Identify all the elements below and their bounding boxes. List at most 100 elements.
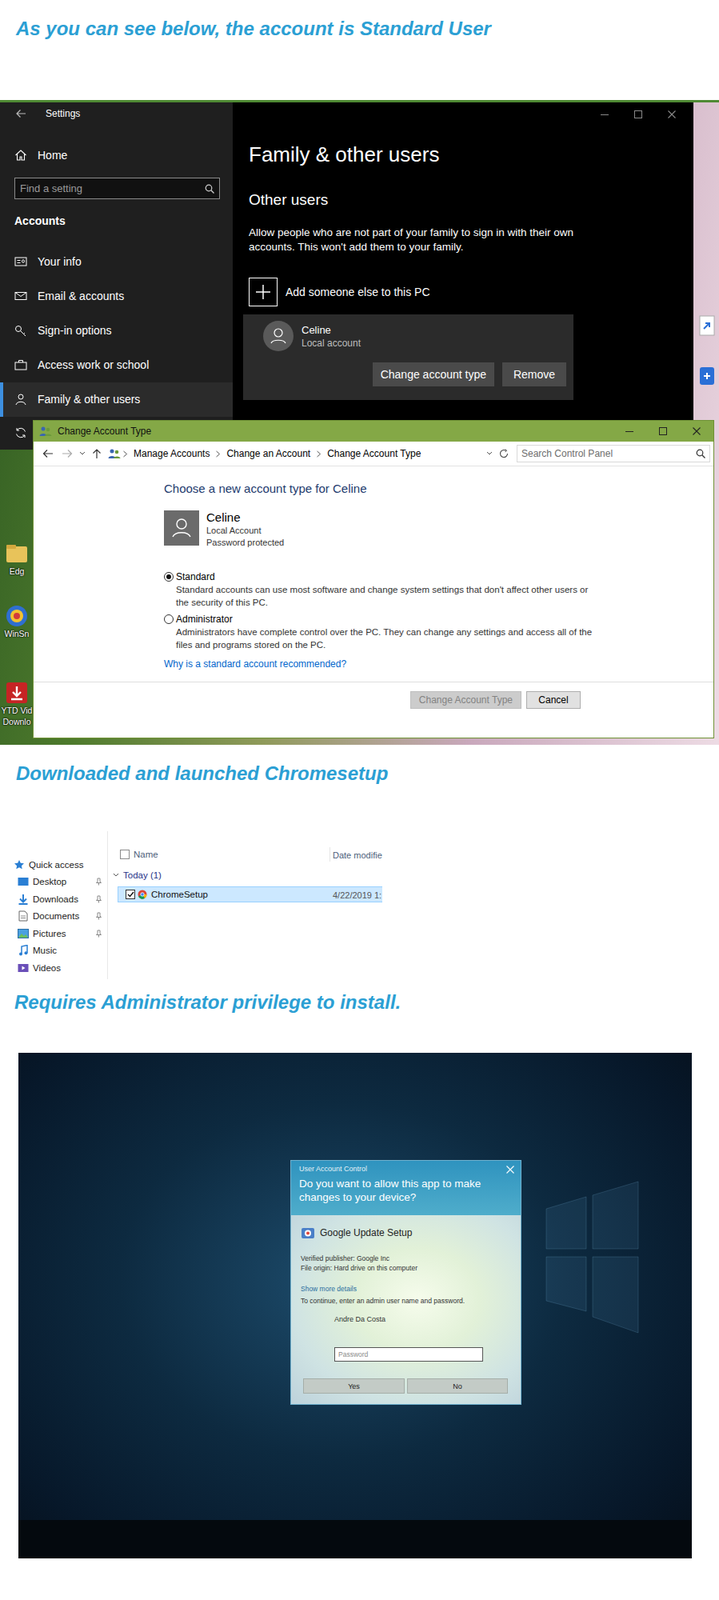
address-bar: Manage Accounts Change an Account Change A… (33, 441, 714, 467)
close-icon[interactable] (506, 1165, 515, 1174)
nav-item[interactable]: Pictures (0, 924, 108, 943)
checkbox[interactable] (125, 889, 136, 899)
label: Name (133, 849, 159, 859)
label: Home (37, 148, 68, 162)
minimize-icon[interactable] (612, 420, 647, 442)
password-field[interactable] (334, 1346, 484, 1362)
uac-buttons: Yes No (303, 1378, 508, 1394)
home-item[interactable]: Home (0, 141, 233, 169)
nav-item[interactable]: Documents (0, 907, 108, 926)
detail: File origin: Hard drive on this computer (300, 1262, 418, 1273)
minimize-icon[interactable] (587, 102, 622, 127)
option-description: Standard accounts can use most software … (175, 583, 600, 609)
desktop-icon[interactable]: YTD VidDownlo (0, 680, 33, 727)
app-icon (4, 603, 29, 628)
search-icon (695, 448, 706, 459)
user-card[interactable]: CelineLocal account Change account type Re… (243, 314, 574, 400)
close-icon[interactable] (655, 102, 689, 127)
account-summary: CelineLocal AccountPassword protected (163, 510, 284, 549)
account-name: Celine (206, 510, 284, 525)
check-icon (127, 890, 135, 898)
desktop-icon[interactable]: Edg (0, 541, 33, 577)
radio-button[interactable] (163, 571, 174, 582)
back-arrow-icon[interactable] (15, 107, 27, 120)
nav-item[interactable]: Sign-in options (0, 313, 233, 348)
close-icon[interactable] (679, 420, 714, 442)
name-column-header[interactable]: Name (107, 849, 330, 859)
download-icon (17, 893, 29, 905)
nav-item[interactable]: Your info (0, 244, 233, 280)
nav-item[interactable]: Desktop (0, 873, 108, 891)
label: Downloads (32, 894, 79, 904)
person-icon (14, 392, 28, 406)
nav-item[interactable]: Family & other users (0, 382, 233, 417)
control-panel-search[interactable] (516, 444, 711, 463)
nav-item[interactable]: Videos (0, 958, 108, 977)
account-type-options: StandardStandard accounts can use most s… (163, 548, 600, 652)
dropdown-icon[interactable] (486, 451, 493, 456)
label: Music (32, 945, 57, 955)
detail: Verified publisher: Google Inc (300, 1253, 390, 1263)
password-input[interactable] (338, 1350, 480, 1359)
file-row[interactable]: ChromeSetup4/22/2019 1: (117, 886, 383, 903)
windows-logo-icon (538, 1152, 643, 1361)
label: Accounts (14, 214, 66, 228)
chevron-icon (122, 450, 128, 458)
chevron-icon (215, 450, 221, 458)
label: Change Account Type (419, 694, 513, 706)
change-account-type-button[interactable]: Change account type (372, 362, 495, 387)
help-link[interactable]: Why is a standard account recommended? (163, 657, 347, 671)
remove-button[interactable]: Remove (502, 362, 567, 387)
chevron-icon (315, 450, 322, 458)
user-row: CelineLocal account (263, 320, 567, 352)
nav-item[interactable]: Downloads (0, 890, 108, 908)
breadcrumb: Manage Accounts Change an Account Change A… (133, 447, 482, 460)
cancel-button[interactable]: Cancel (526, 691, 581, 709)
desktop-icon (17, 875, 29, 887)
maximize-icon[interactable] (621, 102, 656, 127)
plus-icon (248, 277, 278, 307)
key-icon (14, 323, 28, 337)
label: Standard (175, 571, 216, 583)
nav-item[interactable]: Quick access (0, 855, 108, 874)
briefcase-icon (14, 358, 28, 372)
no-button[interactable]: No (407, 1378, 508, 1394)
pin-icon (95, 929, 103, 938)
breadcrumb-item[interactable]: Manage Accounts (133, 447, 210, 460)
option-row[interactable]: Administrator (163, 612, 600, 626)
label: Desktop (32, 876, 67, 887)
back-icon[interactable] (42, 448, 54, 459)
refresh-icon[interactable] (499, 448, 509, 459)
column-header: Name Date modifie (107, 846, 383, 863)
label: No (452, 1382, 463, 1391)
name-cell: ChromeSetup (118, 889, 330, 899)
add-user-row[interactable]: Add someone else to this PC (248, 277, 431, 307)
checkbox[interactable] (119, 849, 130, 859)
up-icon[interactable] (91, 447, 102, 460)
settings-search-input[interactable] (19, 182, 205, 195)
maximize-icon[interactable] (646, 420, 680, 442)
breadcrumb-item[interactable]: Change an Account (226, 447, 311, 460)
show-details-link[interactable]: Show more details (300, 1283, 357, 1294)
star-icon (13, 858, 25, 871)
forward-icon[interactable] (61, 448, 73, 459)
radio-button[interactable] (163, 614, 174, 624)
group-header[interactable]: Today (1) (107, 867, 383, 883)
caption: As you can see below, the account is Sta… (15, 17, 492, 40)
option-row[interactable]: Standard (163, 570, 600, 584)
date-column-header[interactable]: Date modifie (329, 846, 383, 862)
control-panel-search-input[interactable] (521, 447, 696, 460)
nav-item[interactable]: Email & accounts (0, 279, 233, 314)
description: Allow people who are not part of your fa… (248, 225, 577, 255)
settings-search[interactable] (14, 177, 220, 200)
installer-icon (137, 889, 148, 899)
yes-button[interactable]: Yes (303, 1378, 405, 1394)
nav-item[interactable]: Access work or school (0, 347, 233, 383)
dropdown-icon[interactable] (79, 451, 86, 456)
desktop-icon[interactable]: WinSn (0, 603, 33, 640)
breadcrumb-item[interactable]: Change Account Type (327, 447, 421, 460)
account-detail: Password protected (206, 536, 284, 549)
nav-item[interactable]: Music (0, 942, 108, 960)
screen-photo: User Account ControlDo you want to allow… (18, 1052, 692, 1558)
search-icon (204, 183, 215, 194)
